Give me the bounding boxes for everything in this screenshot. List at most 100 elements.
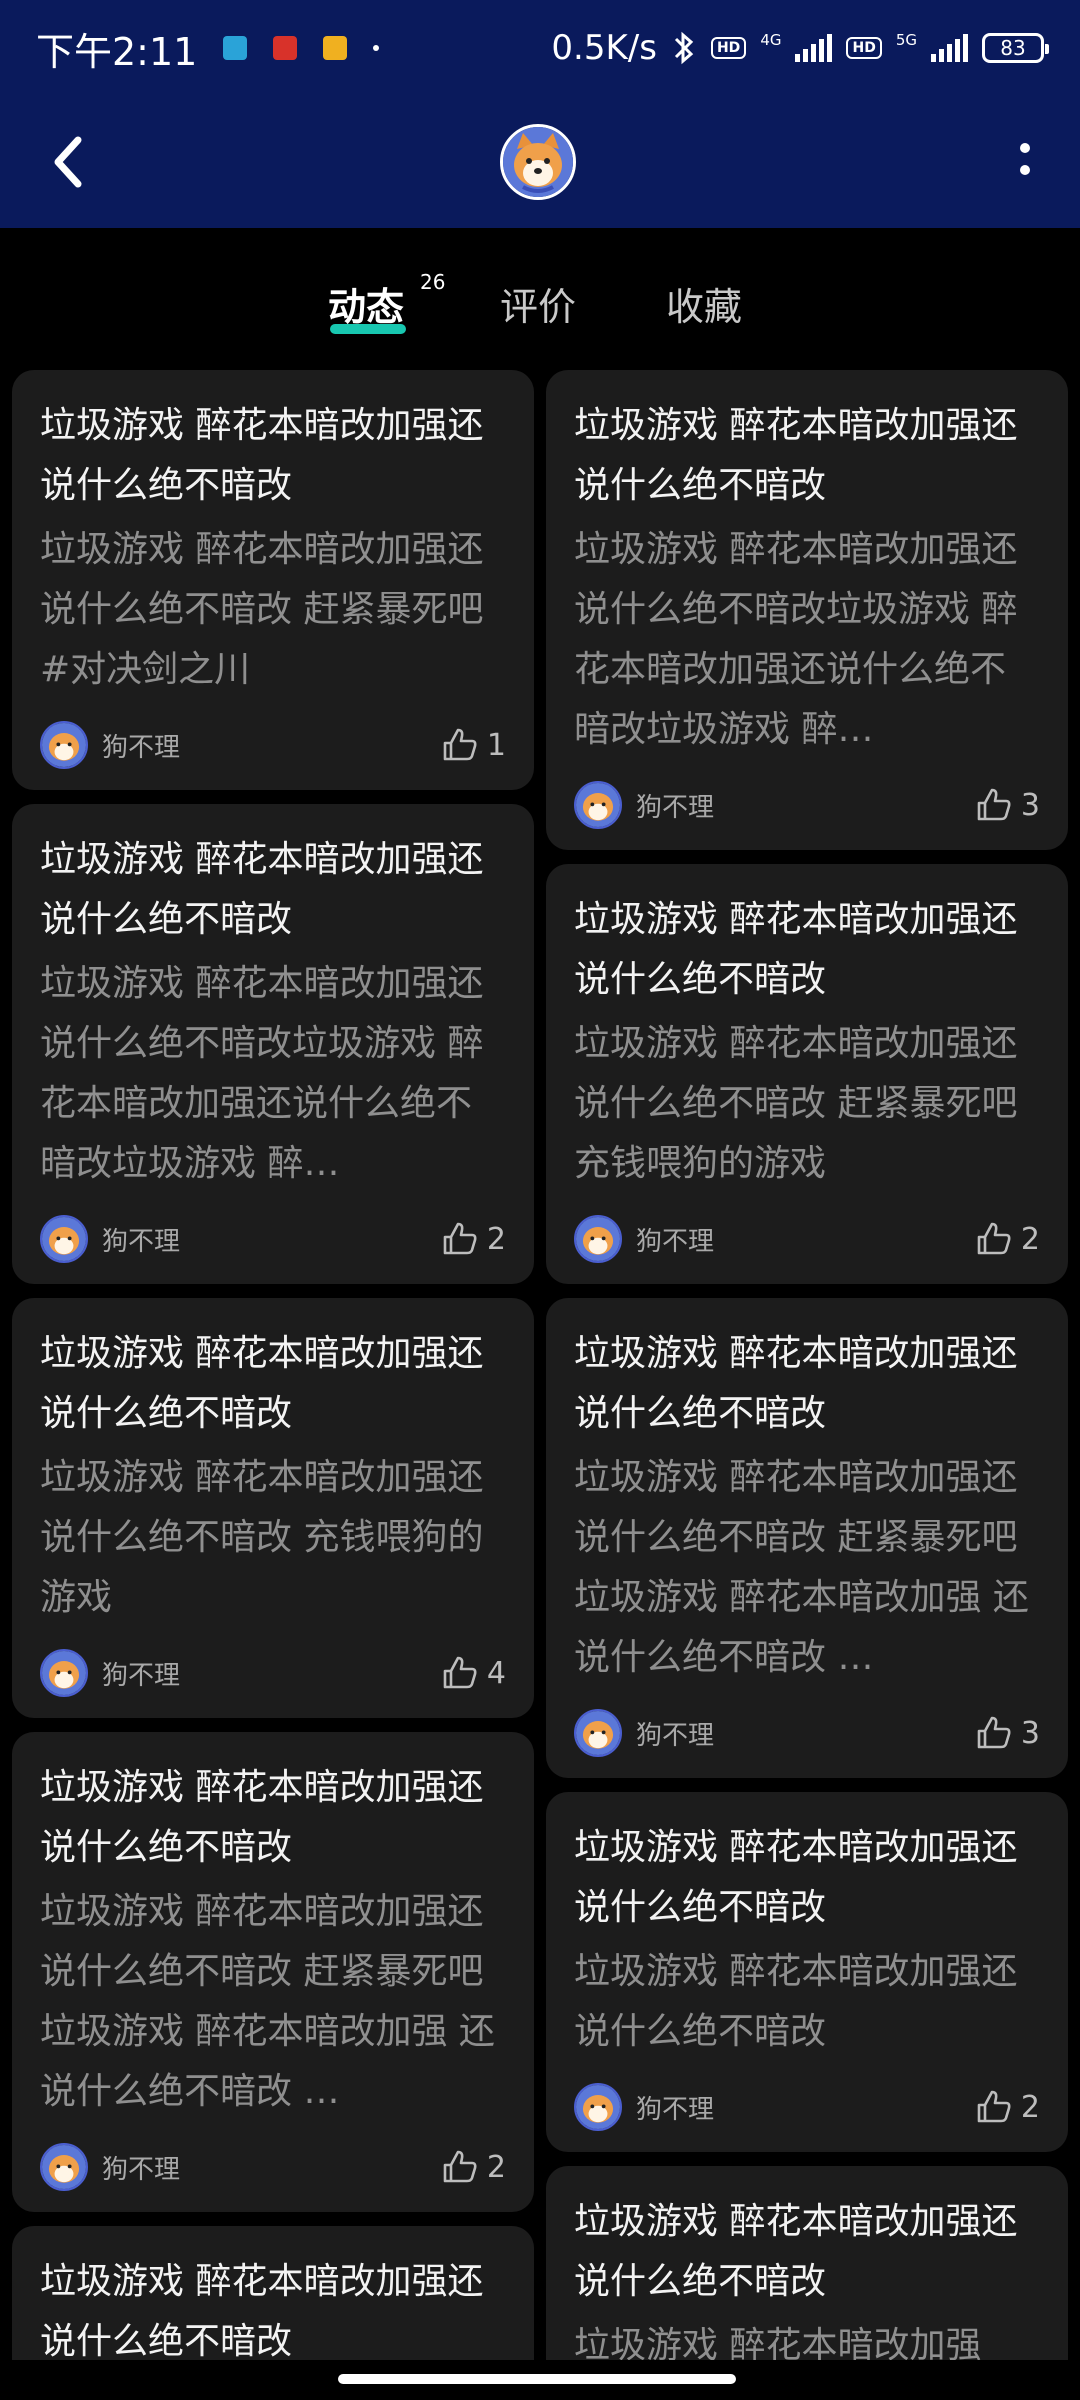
post-title: 垃圾游戏 醉花本暗改加强还说什么绝不暗改 — [574, 1333, 1018, 1434]
post-footer: 狗不理 2 — [574, 2082, 1040, 2132]
post-footer: 狗不理 4 — [40, 1648, 506, 1698]
like-button[interactable]: 2 — [975, 2088, 1040, 2126]
sim2-network: 5G — [895, 31, 917, 49]
author-name[interactable]: 狗不理 — [102, 1655, 180, 1692]
like-count: 3 — [1020, 787, 1040, 823]
post-footer: 狗不理 3 — [574, 1708, 1040, 1758]
thumbs-up-icon — [977, 1222, 1011, 1255]
author-avatar[interactable] — [574, 1709, 622, 1757]
post-footer: 狗不理 3 — [574, 780, 1040, 830]
like-count: 2 — [1020, 1221, 1040, 1257]
post-footer: 狗不理 2 — [40, 1214, 506, 1264]
like-count: 3 — [1020, 1715, 1040, 1751]
signal-1-icon — [795, 34, 833, 62]
post-body: 垃圾游戏 醉花本暗改加强还说什么绝不暗改 赶紧暴死吧垃圾游戏 醉花本暗改加强 还… — [574, 1457, 1029, 1678]
post-title: 垃圾游戏 醉花本暗改加强还说什么绝不暗改 — [40, 405, 484, 506]
post-title: 垃圾游戏 醉花本暗改加强还说什么绝不暗改 — [574, 405, 1018, 506]
author-avatar[interactable] — [574, 781, 622, 829]
app-notification-icon — [323, 36, 348, 60]
shiba-dog-icon — [42, 1217, 86, 1261]
like-button[interactable]: 3 — [975, 1714, 1040, 1752]
post-body: 垃圾游戏 醉花本暗改加强还说什么绝不暗改 充钱喂狗的游戏 — [40, 1457, 484, 1618]
author-avatar[interactable] — [40, 1649, 88, 1697]
author-avatar[interactable] — [574, 1215, 622, 1263]
post-title: 垃圾游戏 醉花本暗改加强还说什么绝不暗改 — [40, 1333, 484, 1434]
author-avatar[interactable] — [40, 1215, 88, 1263]
profile-header: 下午2:11 0.5K/s HD 4G HD 5G 83 — [0, 0, 1080, 228]
tab-reviews[interactable]: 评价 — [500, 276, 576, 331]
battery-icon: 83 — [982, 33, 1049, 63]
post-card[interactable]: 垃圾游戏 醉花本暗改加强还说什么绝不暗改 垃圾游戏 醉花本暗改加强 — [546, 2166, 1068, 2360]
like-button[interactable]: 1 — [441, 726, 506, 764]
post-feed: 垃圾游戏 醉花本暗改加强还说什么绝不暗改 垃圾游戏 醉花本暗改加强还说什么绝不暗… — [0, 370, 1080, 2360]
author-name[interactable]: 狗不理 — [636, 2089, 714, 2126]
status-right: 0.5K/s HD 4G HD 5G 83 — [551, 28, 1049, 68]
shiba-dog-icon — [42, 723, 86, 767]
post-footer: 狗不理 1 — [40, 720, 506, 770]
like-count: 2 — [486, 1221, 506, 1257]
home-indicator[interactable] — [338, 2374, 736, 2384]
shiba-dog-icon — [576, 2085, 620, 2129]
shiba-dog-icon — [576, 783, 620, 827]
thumbs-up-icon — [443, 1222, 477, 1255]
post-card[interactable]: 垃圾游戏 醉花本暗改加强还说什么绝不暗改 垃圾游戏 醉花本暗改加强还说什么绝不暗… — [546, 1792, 1068, 2152]
tab-dynamics[interactable]: 动态 — [328, 276, 404, 331]
post-card[interactable]: 垃圾游戏 醉花本暗改加强还说什么绝不暗改 垃圾游戏 醉花本暗改加强还说什么绝不暗… — [12, 370, 534, 790]
author-avatar[interactable] — [40, 2143, 88, 2191]
post-card[interactable]: 垃圾游戏 醉花本暗改加强还说什么绝不暗改 垃圾游戏 醉花本暗改加强还说什么绝不暗… — [12, 1732, 534, 2212]
post-card[interactable]: 垃圾游戏 醉花本暗改加强还说什么绝不暗改 垃圾游戏 醉花本暗改加强还说什么绝不暗… — [546, 1298, 1068, 1778]
sim1-network: 4G — [760, 31, 782, 49]
post-body: 垃圾游戏 醉花本暗改加强还说什么绝不暗改 — [574, 1951, 1018, 2052]
post-card[interactable]: 垃圾游戏 醉花本暗改加强还说什么绝不暗改 垃圾游戏 醉花本暗改加强还说什么绝不暗… — [12, 1298, 534, 1718]
tab-favorites[interactable]: 收藏 — [666, 276, 742, 331]
like-button[interactable]: 3 — [975, 786, 1040, 824]
active-tab-indicator — [330, 324, 406, 334]
post-footer: 狗不理 2 — [40, 2142, 506, 2192]
thumbs-up-icon — [443, 2150, 477, 2183]
post-body: 垃圾游戏 醉花本暗改加强还说什么绝不暗改 赶紧暴死吧垃圾游戏 醉花本暗改加强 还… — [40, 1891, 495, 2112]
post-title: 垃圾游戏 醉花本暗改加强还说什么绝不暗改 — [40, 2261, 484, 2360]
post-body: 垃圾游戏 醉花本暗改加强还说什么绝不暗改垃圾游戏 醉花本暗改加强还说什么绝不暗改… — [40, 963, 484, 1184]
battery-level: 83 — [1000, 36, 1026, 60]
shiba-dog-icon — [576, 1711, 620, 1755]
like-button[interactable]: 2 — [441, 2148, 506, 2186]
hd-badge-2: HD — [846, 37, 882, 59]
like-button[interactable]: 2 — [441, 1220, 506, 1258]
author-avatar[interactable] — [574, 2083, 622, 2131]
nav-bar — [0, 110, 1080, 220]
post-title: 垃圾游戏 醉花本暗改加强还说什么绝不暗改 — [40, 839, 484, 940]
post-card[interactable]: 垃圾游戏 醉花本暗改加强还说什么绝不暗改 垃圾游戏 醉花本暗改加强还说什么绝不暗… — [546, 370, 1068, 850]
post-card[interactable]: 垃圾游戏 醉花本暗改加强还说什么绝不暗改 垃圾游戏 醉花本暗改加强还说什么绝不暗… — [546, 864, 1068, 1284]
author-name[interactable]: 狗不理 — [102, 1221, 180, 1258]
post-card[interactable]: 垃圾游戏 醉花本暗改加强还说什么绝不暗改 垃圾游戏 醉花本暗改加强还说什么绝不暗… — [12, 804, 534, 1284]
status-time: 下午2:11 — [36, 29, 198, 74]
profile-avatar[interactable] — [500, 124, 576, 200]
author-avatar[interactable] — [40, 721, 88, 769]
shiba-dog-icon — [42, 2145, 86, 2189]
post-card[interactable]: 垃圾游戏 醉花本暗改加强还说什么绝不暗改 — [12, 2226, 534, 2360]
feed-column-left: 垃圾游戏 醉花本暗改加强还说什么绝不暗改 垃圾游戏 醉花本暗改加强还说什么绝不暗… — [12, 370, 534, 2360]
thumbs-up-icon — [977, 788, 1011, 821]
more-options-icon[interactable] — [1000, 130, 1050, 194]
tab-dynamics-count: 26 — [420, 270, 446, 294]
like-button[interactable]: 4 — [441, 1654, 506, 1692]
hd-badge-1: HD — [710, 37, 747, 59]
author-name[interactable]: 狗不理 — [102, 727, 180, 764]
post-body: 垃圾游戏 醉花本暗改加强还说什么绝不暗改垃圾游戏 醉花本暗改加强还说什么绝不暗改… — [574, 529, 1018, 750]
post-body: 垃圾游戏 醉花本暗改加强还说什么绝不暗改 赶紧暴死吧 #对决剑之川 — [40, 529, 484, 690]
author-name[interactable]: 狗不理 — [636, 787, 714, 824]
post-body: 垃圾游戏 醉花本暗改加强还说什么绝不暗改 赶紧暴死吧充钱喂狗的游戏 — [574, 1023, 1018, 1184]
author-name[interactable]: 狗不理 — [636, 1715, 714, 1752]
more-notifications-dot-icon — [373, 45, 380, 51]
notification-icons — [223, 36, 380, 60]
bluetooth-icon — [674, 31, 694, 65]
author-name[interactable]: 狗不理 — [102, 2149, 180, 2186]
post-title: 垃圾游戏 醉花本暗改加强还说什么绝不暗改 — [574, 2201, 1018, 2302]
author-name[interactable]: 狗不理 — [636, 1221, 714, 1258]
shiba-dog-icon — [576, 1217, 620, 1261]
like-button[interactable]: 2 — [975, 1220, 1040, 1258]
thumbs-up-icon — [443, 1656, 477, 1689]
post-title: 垃圾游戏 醉花本暗改加强还说什么绝不暗改 — [574, 1827, 1018, 1928]
back-icon[interactable] — [40, 130, 100, 194]
app-notification-icon — [273, 36, 298, 60]
